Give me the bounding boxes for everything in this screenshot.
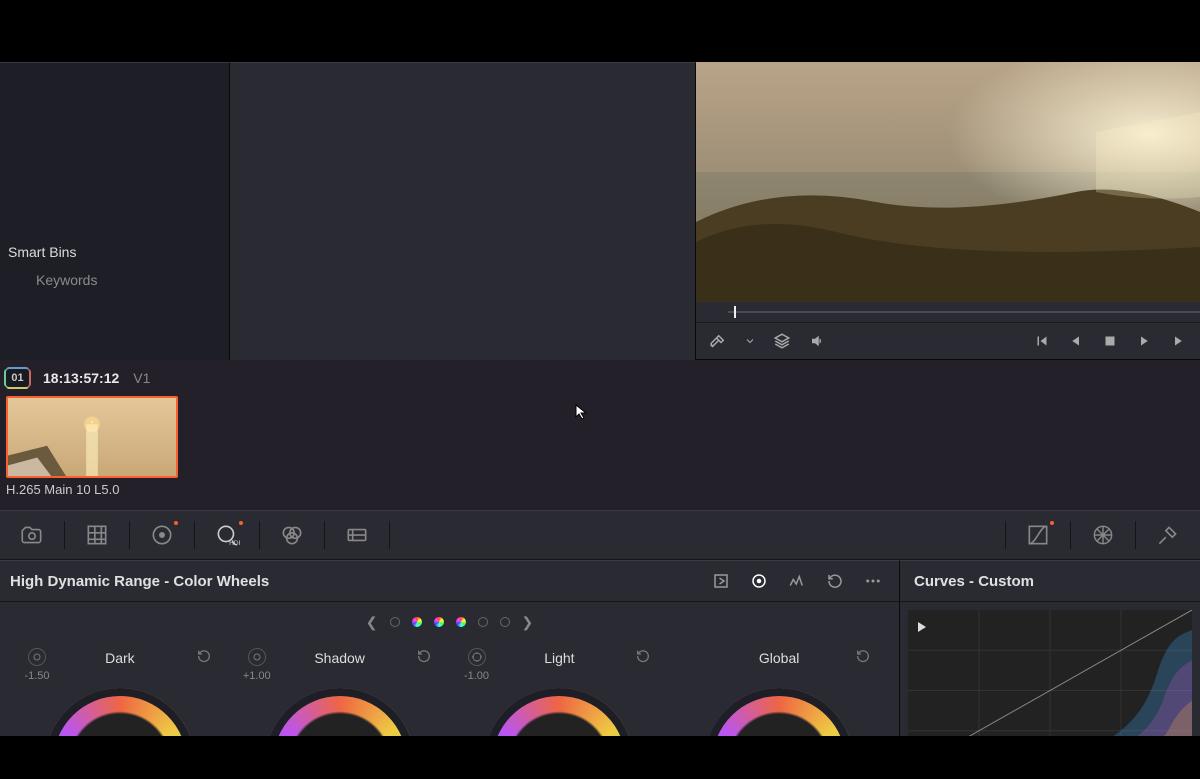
wheel-mode-icon[interactable] bbox=[28, 648, 46, 666]
reset-icon[interactable] bbox=[635, 648, 651, 669]
play-icon[interactable] bbox=[1134, 331, 1154, 351]
wheel-light-value[interactable]: -1.00 bbox=[460, 670, 494, 682]
next-frame-icon[interactable] bbox=[1168, 331, 1188, 351]
wheel-shadow-value[interactable]: +1.00 bbox=[240, 670, 274, 682]
tab-curves[interactable] bbox=[1006, 511, 1070, 559]
viewer-panel bbox=[696, 62, 1200, 360]
clip-strip: 01 18:13:57:12 V1 H.265 Main 10 L5.0 bbox=[0, 360, 1200, 510]
zone-dot-1[interactable] bbox=[390, 617, 400, 627]
tab-camera-raw[interactable] bbox=[0, 511, 64, 559]
zone-navigator: ❮ ❯ bbox=[0, 612, 899, 632]
playhead[interactable] bbox=[734, 306, 736, 318]
wheel-shadow-label: Shadow bbox=[314, 650, 365, 666]
tab-qualifier[interactable] bbox=[1136, 511, 1200, 559]
clip-timecode: 18:13:57:12 bbox=[43, 370, 119, 386]
expand-icon[interactable] bbox=[705, 565, 737, 597]
stop-icon[interactable] bbox=[1100, 331, 1120, 351]
wheels-mode-icon[interactable] bbox=[743, 565, 775, 597]
viewer-toolbar bbox=[696, 322, 1200, 360]
tab-color-wheels[interactable] bbox=[130, 511, 194, 559]
speaker-icon[interactable] bbox=[808, 331, 828, 351]
tab-color-warper[interactable] bbox=[1071, 511, 1135, 559]
wheel-dark-label: Dark bbox=[105, 650, 135, 666]
wheel-dark-value[interactable]: -1.50 bbox=[20, 670, 54, 682]
wheel-global-label: Global bbox=[759, 650, 799, 666]
smartbins-panel: Smart Bins Keywords bbox=[0, 62, 230, 360]
smartbins-item-keywords[interactable]: Keywords bbox=[0, 266, 229, 294]
dropdown-chevron-icon[interactable] bbox=[744, 331, 756, 351]
palette-tabs: HDR bbox=[0, 510, 1200, 560]
more-options-icon[interactable] bbox=[857, 565, 889, 597]
reset-panel-icon[interactable] bbox=[819, 565, 851, 597]
reset-icon[interactable] bbox=[855, 648, 871, 669]
zone-dot-5[interactable] bbox=[478, 617, 488, 627]
layers-icon[interactable] bbox=[772, 331, 792, 351]
zones-graph-icon[interactable] bbox=[781, 565, 813, 597]
prev-frame-icon[interactable] bbox=[1066, 331, 1086, 351]
hdr-panel-title: High Dynamic Range - Color Wheels bbox=[10, 573, 269, 590]
wheel-mode-icon[interactable] bbox=[248, 648, 266, 666]
zone-prev-icon[interactable]: ❮ bbox=[366, 614, 378, 631]
hdr-panel-header: High Dynamic Range - Color Wheels bbox=[0, 560, 900, 602]
eyedropper-icon[interactable] bbox=[708, 331, 728, 351]
tab-hdr-wheels[interactable]: HDR bbox=[195, 511, 259, 559]
viewer-canvas[interactable] bbox=[696, 62, 1200, 302]
curves-panel-header: Curves - Custom bbox=[900, 560, 1200, 602]
tab-rgb-mixer[interactable] bbox=[260, 511, 324, 559]
middle-empty-panel bbox=[230, 62, 696, 360]
smartbins-title: Smart Bins bbox=[0, 238, 229, 266]
curves-panel-title: Curves - Custom bbox=[914, 573, 1034, 590]
zone-dot-4[interactable] bbox=[456, 617, 466, 627]
clip-number-badge[interactable]: 01 bbox=[6, 369, 29, 387]
reset-icon[interactable] bbox=[196, 648, 212, 669]
panel-headers: High Dynamic Range - Color Wheels Curves… bbox=[0, 560, 1200, 602]
clip-thumbnail[interactable] bbox=[6, 396, 178, 478]
viewer-scrubber[interactable] bbox=[696, 302, 1200, 322]
clip-track-label: V1 bbox=[133, 370, 150, 386]
upper-row: Smart Bins Keywords bbox=[0, 62, 1200, 360]
zone-dot-3[interactable] bbox=[434, 617, 444, 627]
tab-color-match[interactable] bbox=[65, 511, 129, 559]
reset-icon[interactable] bbox=[416, 648, 432, 669]
letterbox-top bbox=[0, 0, 1200, 62]
zone-next-icon[interactable]: ❯ bbox=[522, 614, 534, 631]
curves-handle-icon[interactable] bbox=[918, 622, 926, 632]
letterbox-bottom bbox=[0, 736, 1200, 779]
wheel-mode-icon[interactable] bbox=[468, 648, 486, 666]
clip-codec-label: H.265 Main 10 L5.0 bbox=[6, 482, 1194, 497]
zone-dot-6[interactable] bbox=[500, 617, 510, 627]
zone-dot-2[interactable] bbox=[412, 617, 422, 627]
wheel-light-label: Light bbox=[544, 650, 574, 666]
tab-motion-effects[interactable] bbox=[325, 511, 389, 559]
skip-back-icon[interactable] bbox=[1032, 331, 1052, 351]
svg-text:HDR: HDR bbox=[229, 540, 240, 547]
